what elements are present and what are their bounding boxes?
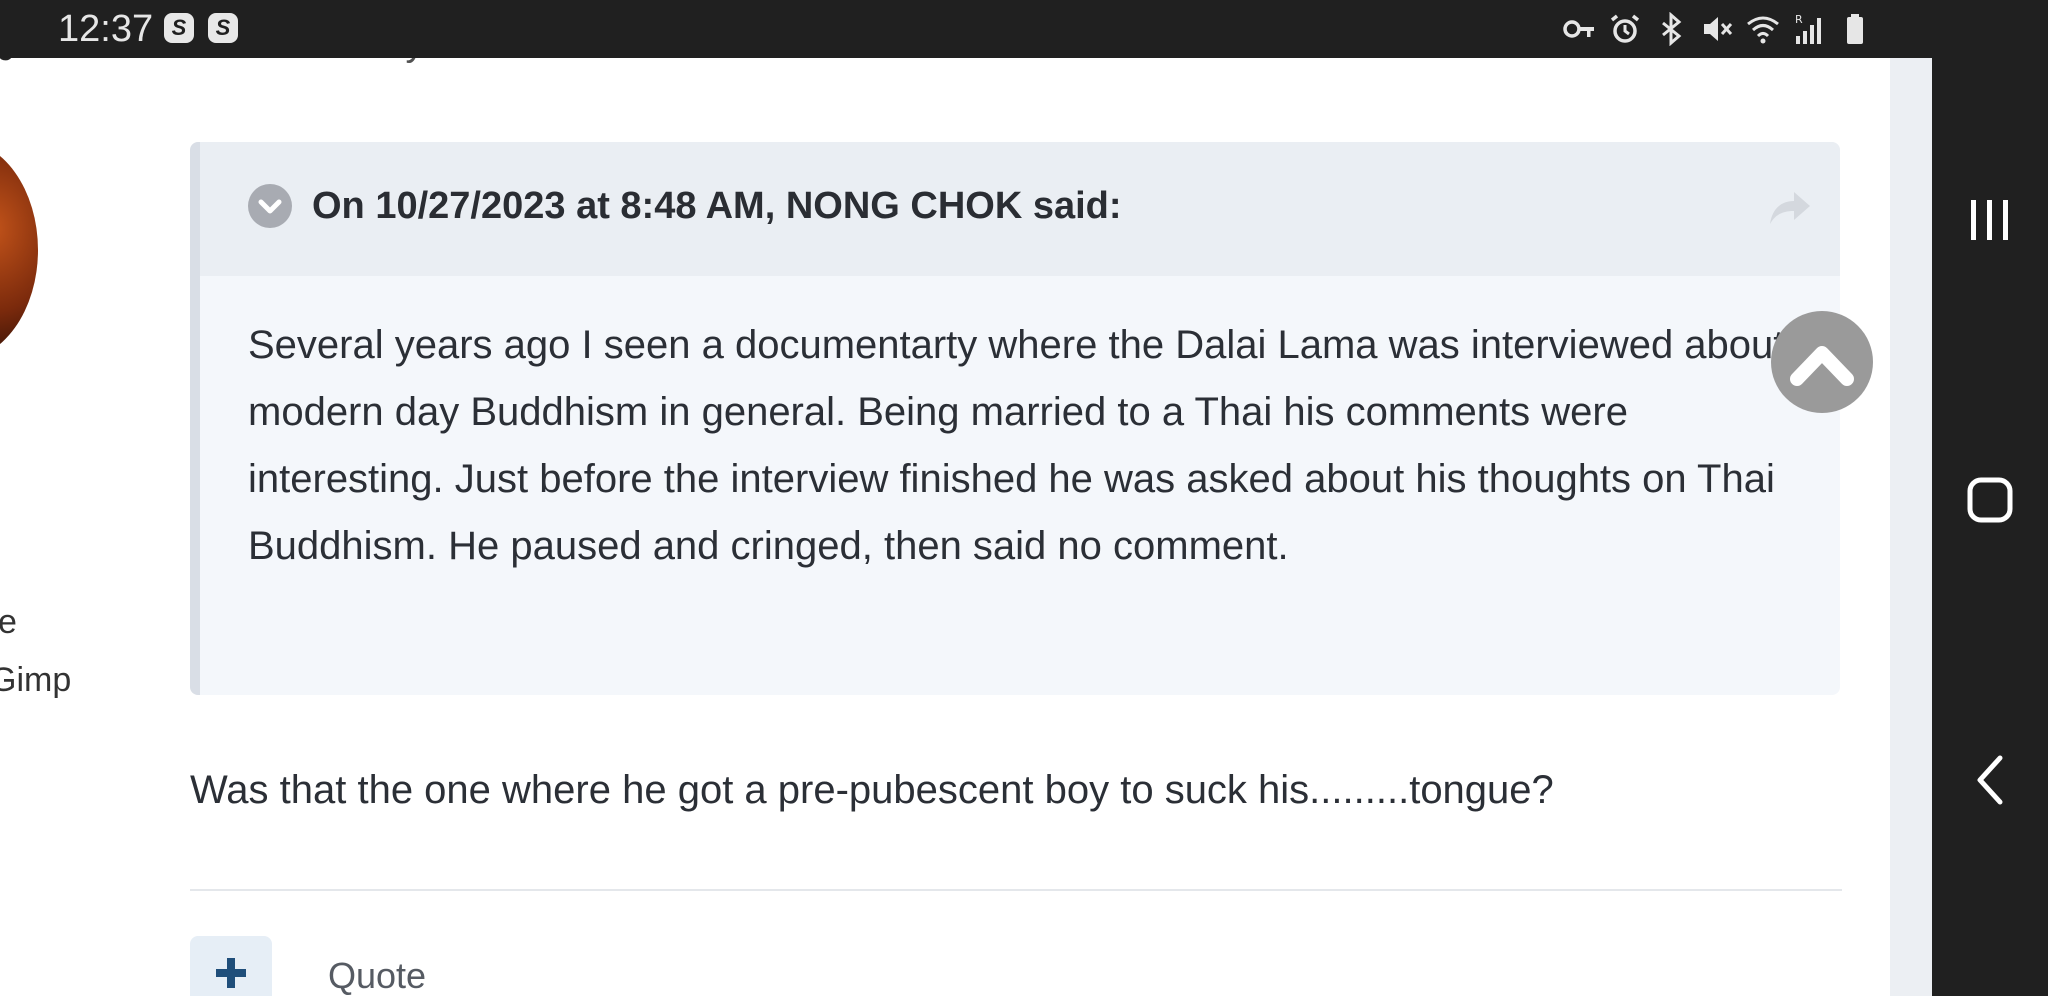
scroll-to-top-button[interactable] — [1771, 311, 1873, 413]
author-group-fragment: Gimp — [0, 661, 72, 699]
app-notification-icon: S — [164, 13, 194, 43]
status-icons: R — [1562, 12, 1872, 46]
home-button[interactable] — [1932, 440, 2048, 560]
back-button[interactable] — [1932, 720, 2048, 840]
signal-icon: R — [1795, 13, 1821, 44]
quote-body: Several years ago I seen a documentarty … — [248, 323, 1785, 568]
post-content: Was that the one where he got a pre-pube… — [190, 768, 1554, 812]
avatar[interactable] — [0, 140, 38, 360]
chevron-down-icon[interactable] — [248, 184, 292, 228]
recents-button[interactable] — [1932, 160, 2048, 280]
wifi-icon — [1747, 16, 1779, 44]
chevron-up-icon — [1790, 346, 1854, 386]
divider — [190, 889, 1842, 891]
bluetooth-icon — [1662, 12, 1682, 46]
quote-button[interactable]: Quote — [328, 955, 426, 996]
status-time: 12:37 — [58, 8, 154, 50]
quote-block: On 10/27/2023 at 8:48 AM, NONG CHOK said… — [190, 142, 1840, 695]
scrollbar-track[interactable] — [1890, 0, 1932, 996]
alarm-icon — [1610, 14, 1640, 43]
signal-roaming-label: R — [1795, 13, 1803, 26]
mute-icon — [1704, 17, 1733, 41]
battery-icon — [1847, 14, 1863, 44]
back-icon — [1977, 755, 2003, 805]
reaction-plus-button[interactable] — [190, 936, 272, 996]
plus-icon — [216, 958, 246, 988]
navigation-bar — [1932, 0, 2048, 996]
share-arrow-icon[interactable] — [1768, 190, 1812, 226]
screen: p Posted Friday at 08:37 PM e Gimp On 10… — [0, 0, 2048, 996]
vpn-key-icon — [1563, 20, 1594, 38]
status-bar: 12:37 S S R — [0, 0, 1932, 58]
recents-icon — [1971, 200, 2008, 240]
home-icon — [1967, 477, 2013, 523]
author-info-fragment: e — [0, 603, 17, 641]
quote-citation: On 10/27/2023 at 8:48 AM, NONG CHOK said… — [312, 185, 1122, 227]
quote-header: On 10/27/2023 at 8:48 AM, NONG CHOK said… — [200, 142, 1840, 276]
app-notification-icon: S — [208, 13, 238, 43]
